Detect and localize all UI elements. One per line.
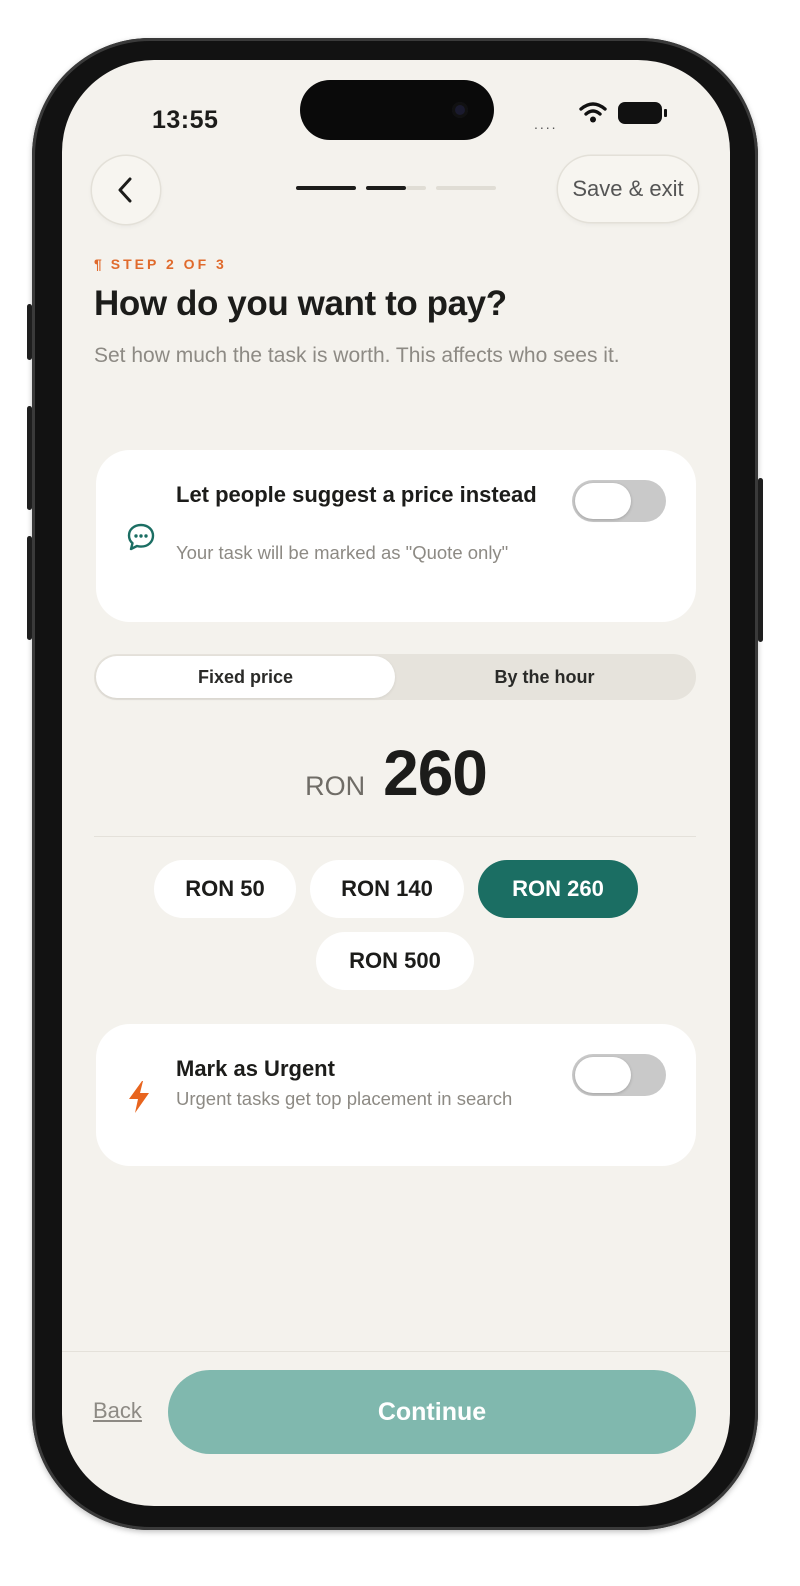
divider [94,836,696,837]
pricing-mode-selector: Fixed price By the hour [94,654,696,700]
toggle-knob [575,483,631,519]
tab-by-the-hour[interactable]: By the hour [395,656,694,698]
chat-bubble-icon [127,523,155,551]
price-chip-260[interactable]: RON 260 [478,860,638,918]
signal-icon: .... [534,116,558,132]
tab-fixed-price[interactable]: Fixed price [96,656,395,698]
progress-segment [436,186,496,190]
back-button[interactable] [92,156,160,224]
urgent-option-card: Mark as Urgent Urgent tasks get top plac… [96,1024,696,1166]
lightning-bolt-icon [129,1081,149,1113]
side-button-right [758,478,763,642]
price-chip-50[interactable]: RON 50 [154,860,296,918]
step-indicator: ¶ STEP 2 OF 3 [94,256,227,272]
price-chip-500[interactable]: RON 500 [316,932,474,990]
save-exit-button[interactable]: Save & exit [558,156,698,222]
footer-divider [62,1351,730,1352]
continue-button[interactable]: Continue [168,1370,696,1454]
side-button-left [27,536,32,640]
status-time: 13:55 [152,106,219,134]
quote-option-description: Your task will be marked as "Quote only" [176,542,509,563]
page-subtitle: Set how much the task is worth. This aff… [94,344,620,367]
quote-option-title: Let people suggest a price instead [176,482,537,507]
progress-segment [406,186,426,190]
side-button-left [27,304,32,360]
urgent-toggle[interactable] [572,1054,666,1096]
phone-screen: 13:55 .... Save & exit ¶ STEP 2 OF 3 How… [62,60,730,1506]
progress-segment [366,186,406,190]
quote-toggle[interactable] [572,480,666,522]
price-display[interactable]: RON 260 [62,736,730,810]
progress-segment [296,186,356,190]
price-currency: RON [305,771,366,801]
step-label: STEP 2 OF 3 [110,256,227,272]
urgent-option-description: Urgent tasks get top placement in search [176,1088,513,1109]
price-chip-140[interactable]: RON 140 [310,860,464,918]
pilcrow-icon: ¶ [94,256,105,272]
side-button-left [27,406,32,510]
dynamic-island [300,80,494,140]
step-progress [296,186,496,190]
page-title: How do you want to pay? [94,284,507,323]
wifi-icon [579,102,607,123]
battery-icon [618,102,667,124]
chevron-left-icon [118,177,132,203]
urgent-option-title: Mark as Urgent [176,1056,335,1081]
back-link[interactable]: Back [93,1398,142,1424]
camera-icon [452,102,468,118]
price-amount: 260 [383,737,488,809]
quote-option-card: Let people suggest a price instead Your … [96,450,696,622]
toggle-knob [575,1057,631,1093]
